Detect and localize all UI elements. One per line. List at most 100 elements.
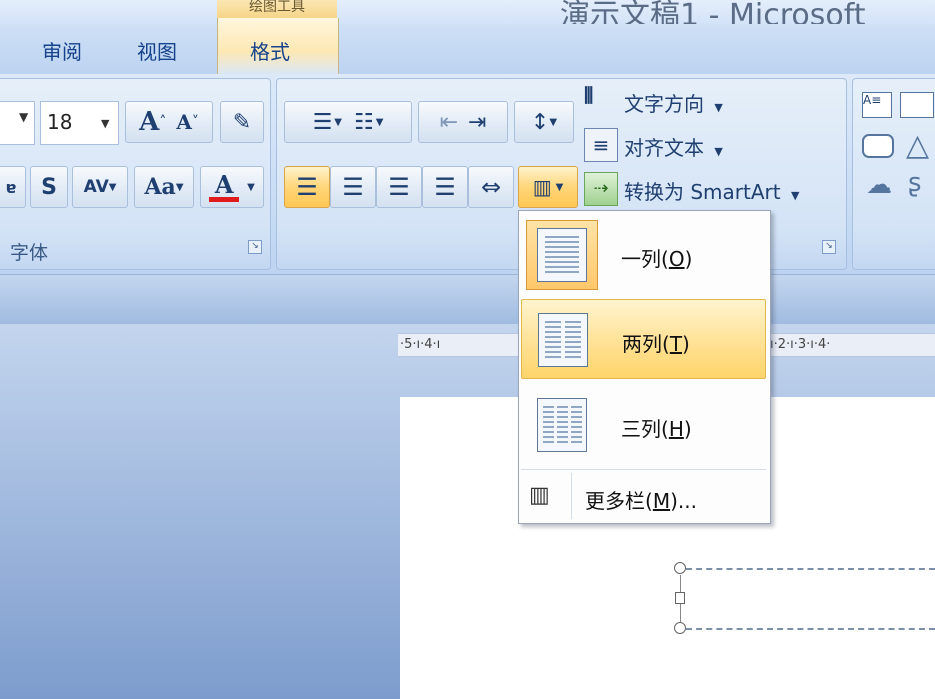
font-size-buttons: A ˄ A ˅ xyxy=(125,101,213,143)
chevron-down-icon: ▼ xyxy=(549,116,558,128)
ruler-left-marks: ·5·ı·4·ı xyxy=(400,337,441,352)
font-name-combo[interactable]: ▼ xyxy=(0,101,35,145)
align-right-button[interactable]: ☰ xyxy=(376,166,422,208)
chevron-down-icon: ▼ xyxy=(19,110,29,124)
convert-smartart-label: 转换为 SmartArt xyxy=(624,180,781,204)
tab-review[interactable]: 审阅 xyxy=(42,36,82,65)
menu-item-one-column[interactable]: 一列(O) xyxy=(521,215,766,295)
more-columns-label: 更多栏(M)... xyxy=(585,489,697,513)
strikethrough-button[interactable]: ɐ xyxy=(0,166,26,208)
ruler-right-marks: ı·2·ı·3·ı·4· xyxy=(770,337,831,352)
align-center-button[interactable]: ☰ xyxy=(330,166,376,208)
one-column-label: 一列(O) xyxy=(621,247,693,271)
change-case-label: Aa xyxy=(144,174,176,200)
change-case-button[interactable]: Aa ▼ xyxy=(134,166,194,208)
columns-button[interactable]: ▥ ▼ xyxy=(518,166,578,208)
chevron-down-icon: ▼ xyxy=(175,181,184,193)
font-color-swatch xyxy=(209,196,240,202)
char-spacing-label: AV xyxy=(83,177,109,197)
vertical-textbox-icon[interactable] xyxy=(900,92,934,118)
columns-icon: ▥ xyxy=(532,175,552,199)
one-column-thumb xyxy=(526,220,598,290)
menu-gutter xyxy=(571,473,572,519)
chevron-down-icon: ▼ xyxy=(714,101,723,114)
distribute-button[interactable]: ⇔ xyxy=(468,166,514,208)
chevron-down-icon: ▼ xyxy=(375,116,384,128)
align-center-icon: ☰ xyxy=(342,173,364,201)
menu-item-three-columns[interactable]: 三列(H) xyxy=(521,385,766,465)
freeform-icon[interactable]: ʂ xyxy=(908,168,922,198)
char-spacing-button[interactable]: AV ▼ xyxy=(72,166,128,208)
font-size-value: 18 xyxy=(47,110,73,134)
numbering-icon[interactable]: ☷ xyxy=(354,110,374,135)
more-columns-icon: ▥ xyxy=(529,483,550,508)
bullets-icon[interactable]: ☰ xyxy=(313,110,333,135)
resize-handle-top-left[interactable] xyxy=(674,562,686,574)
font-dialog-launcher[interactable]: ↘ xyxy=(248,240,262,254)
increase-indent-icon[interactable]: ⇥ xyxy=(468,110,486,135)
list-buttons: ☰ ▼ ☷ ▼ xyxy=(284,101,412,143)
tab-view[interactable]: 视图 xyxy=(137,36,177,65)
decrease-indent-icon[interactable]: ⇤ xyxy=(440,110,458,135)
two-columns-icon xyxy=(538,313,588,367)
textbox-bottom-border xyxy=(686,628,935,630)
align-text-icon[interactable]: ≡ xyxy=(584,128,618,162)
shrink-arrow-icon: ˅ xyxy=(191,114,199,130)
shadow-label: S xyxy=(41,174,57,200)
three-columns-icon xyxy=(537,398,587,452)
align-left-icon: ☰ xyxy=(296,173,318,201)
two-columns-label: 两列(T) xyxy=(622,332,690,356)
align-left-button[interactable]: ☰ xyxy=(284,166,330,208)
chevron-down-icon: ▼ xyxy=(714,145,723,158)
clear-formatting-button[interactable]: ✎ xyxy=(220,101,264,143)
chevron-down-icon: ▼ xyxy=(108,181,117,193)
distribute-icon: ⇔ xyxy=(480,173,502,201)
one-column-icon xyxy=(537,228,587,282)
align-right-icon: ☰ xyxy=(388,173,410,201)
font-color-button[interactable]: A ▼ xyxy=(200,166,264,208)
smartart-icon[interactable]: ⇢ xyxy=(584,172,618,206)
chevron-down-icon: ▼ xyxy=(555,181,564,193)
resize-handle-mid-left[interactable] xyxy=(675,592,685,604)
grow-arrow-icon: ˄ xyxy=(159,114,167,130)
cloud-shape-icon[interactable]: ☁ xyxy=(866,170,892,200)
align-text-label: 对齐文本 xyxy=(624,136,704,160)
align-text-button[interactable]: 对齐文本 ▼ xyxy=(624,132,723,161)
indent-buttons: ⇤ ⇥ xyxy=(418,101,508,143)
menu-separator xyxy=(521,469,766,470)
shadow-button[interactable]: S xyxy=(30,166,68,208)
justify-button[interactable]: ☰ xyxy=(422,166,468,208)
rounded-rect-icon[interactable] xyxy=(862,134,894,158)
resize-handle-bottom-left[interactable] xyxy=(674,622,686,634)
columns-dropdown-menu: 一列(O) 两列(T) 三列(H) ▥ 更多栏(M)... xyxy=(518,210,771,524)
font-color-glyph: A xyxy=(214,169,234,199)
two-columns-thumb xyxy=(527,305,599,375)
grow-font-button[interactable]: A xyxy=(139,107,159,137)
tab-format[interactable]: 格式 xyxy=(250,36,290,65)
contextual-tab-header: 绘图工具 xyxy=(217,0,337,18)
paragraph-dialog-launcher[interactable]: ↘ xyxy=(822,240,836,254)
shrink-font-button[interactable]: A xyxy=(176,110,192,134)
menu-item-more-columns[interactable]: ▥ 更多栏(M)... xyxy=(521,473,766,519)
three-columns-label: 三列(H) xyxy=(621,417,692,441)
three-columns-thumb xyxy=(526,390,598,460)
chevron-down-icon: ▼ xyxy=(334,116,342,128)
font-size-combo[interactable]: 18 ▼ xyxy=(40,101,119,145)
menu-item-two-columns[interactable]: 两列(T) xyxy=(521,299,766,379)
textbox-shape-icon[interactable]: A≡ xyxy=(862,92,892,118)
chevron-down-icon: ▼ xyxy=(247,181,255,193)
triangle-icon[interactable]: △ xyxy=(906,128,929,163)
convert-smartart-button[interactable]: 转换为 SmartArt ▼ xyxy=(624,176,799,205)
font-color-icon: A xyxy=(209,169,240,202)
text-direction-label: 文字方向 xyxy=(624,92,704,116)
text-direction-button[interactable]: 文字方向 ▼ xyxy=(624,88,723,117)
font-group-label: 字体 xyxy=(10,242,49,264)
text-direction-icon[interactable]: ⫴ xyxy=(584,84,616,118)
slide-toolbar-area xyxy=(0,274,935,325)
strikethrough-icon: ɐ xyxy=(5,177,17,197)
line-spacing-button[interactable]: ↕ ▼ xyxy=(514,101,574,143)
line-spacing-icon: ↕ xyxy=(530,109,550,135)
justify-icon: ☰ xyxy=(434,173,456,201)
eraser-icon: ✎ xyxy=(232,109,252,135)
chevron-down-icon: ▼ xyxy=(790,189,800,202)
